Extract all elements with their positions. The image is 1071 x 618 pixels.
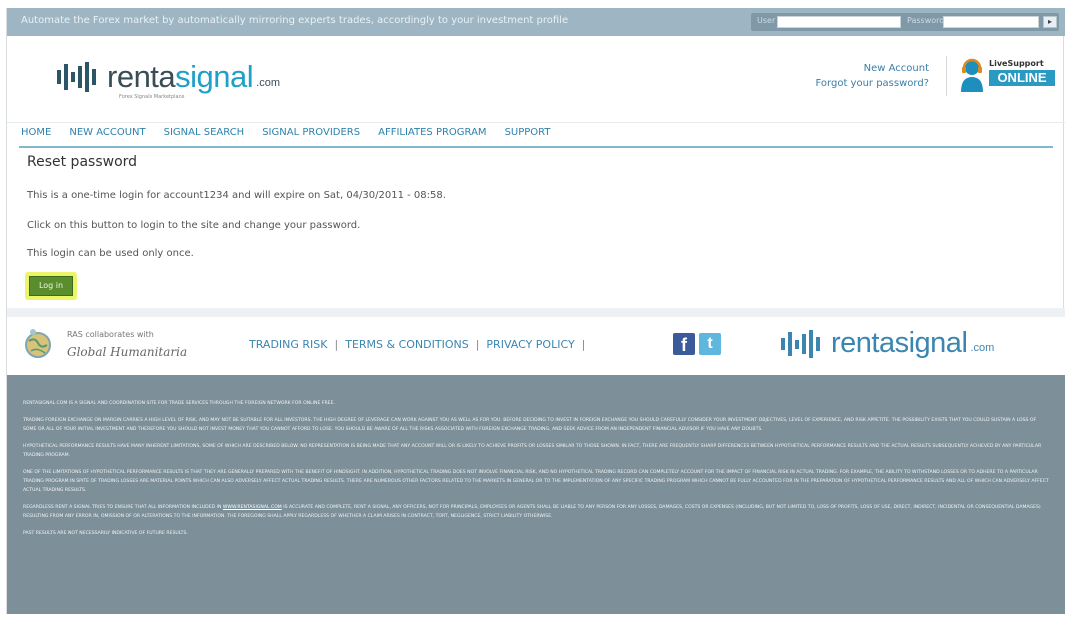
- disclaimer-paragraph: TRADING FOREIGN EXCHANGE ON MARGIN CARRI…: [23, 418, 1037, 432]
- collaboration-label: RAS collaborates with: [67, 330, 154, 339]
- main-nav: HOME NEW ACCOUNT SIGNAL SEARCH SIGNAL PR…: [7, 122, 1065, 144]
- global-humanitaria-logo[interactable]: Global Humanitaria: [67, 345, 187, 359]
- facebook-icon[interactable]: f: [673, 333, 695, 355]
- logo-renta: renta: [831, 327, 895, 359]
- disclaimer-paragraph: PAST RESULTS ARE NOT NECESSARILY INDICAT…: [23, 531, 188, 536]
- logo-bars-icon: [57, 60, 99, 94]
- instruction-message: Click on this button to login to the sit…: [27, 220, 361, 231]
- terms-conditions-link[interactable]: TERMS & CONDITIONS: [345, 338, 468, 351]
- header: renta signal .com Forex Signals Marketplac…: [7, 36, 1065, 122]
- expiry-message: This is a one-time login for account1234…: [27, 190, 446, 201]
- disclaimer-paragraph: HYPOTHETICAL PERFORMANCE RESULTS HAVE MA…: [23, 444, 1042, 458]
- legal-disclaimer: RENTASIGNAL.COM IS A SIGNAL AND COORDINA…: [7, 375, 1065, 614]
- disclaimer-paragraph: ONE OF THE LIMITATIONS OF HYPOTHETICAL P…: [23, 470, 1049, 493]
- nav-new-account[interactable]: NEW ACCOUNT: [69, 123, 145, 143]
- nav-home[interactable]: HOME: [21, 123, 51, 143]
- logo-signal: signal: [175, 59, 254, 94]
- header-divider: [946, 56, 947, 96]
- support-agent-icon: [961, 58, 983, 92]
- page-title: Reset password: [27, 154, 138, 170]
- link-separator: |: [581, 338, 586, 351]
- password-input[interactable]: [943, 16, 1039, 28]
- link-separator: |: [334, 338, 339, 351]
- nav-affiliates-program[interactable]: AFFILIATES PROGRAM: [378, 123, 486, 143]
- top-bar: Automate the Forex market by automatical…: [7, 8, 1065, 36]
- nav-signal-providers[interactable]: SIGNAL PROVIDERS: [262, 123, 360, 143]
- login-button[interactable]: Log in: [29, 276, 73, 296]
- password-label: Password: [907, 16, 945, 25]
- nav-support[interactable]: SUPPORT: [505, 123, 551, 143]
- forgot-password-link[interactable]: Forgot your password?: [816, 76, 929, 91]
- single-use-message: This login can be used only once.: [27, 248, 194, 259]
- main-content: Reset password This is a one-time login …: [7, 148, 1065, 306]
- account-links: New Account Forgot your password?: [816, 61, 929, 91]
- logo-com: .com: [970, 342, 995, 354]
- disclaimer-text: REGARDLESS RENT A SIGNAL TRIES TO ENSURE…: [23, 505, 223, 510]
- logo-com: .com: [256, 77, 281, 89]
- logo-renta: renta: [107, 59, 176, 94]
- quick-login-go-button[interactable]: ▸: [1043, 16, 1057, 28]
- login-button-highlight[interactable]: Log in: [25, 272, 77, 300]
- new-account-link[interactable]: New Account: [816, 61, 929, 76]
- quick-login: User Password ▸: [751, 13, 1059, 31]
- privacy-policy-link[interactable]: PRIVACY POLICY: [486, 338, 574, 351]
- rentasignal-logo[interactable]: renta signal .com Forex Signals Marketplac…: [57, 59, 281, 100]
- logo-signal: signal: [894, 327, 968, 359]
- disclaimer-paragraph: RENTASIGNAL.COM IS A SIGNAL AND COORDINA…: [23, 401, 335, 406]
- online-status-badge: ONLINE: [989, 70, 1055, 86]
- user-input[interactable]: [777, 16, 901, 28]
- footer-links-band: RAS collaborates with Global Humanitaria…: [7, 317, 1065, 375]
- disclaimer-paragraph: REGARDLESS RENT A SIGNAL TRIES TO ENSURE…: [23, 503, 1049, 521]
- logo-bars-icon: [781, 329, 823, 359]
- footer-rentasignal-logo: renta signal .com: [781, 327, 994, 359]
- link-separator: |: [475, 338, 480, 351]
- globe-icon: [25, 329, 51, 358]
- footer-links: TRADING RISK | TERMS & CONDITIONS | PRIVACY …: [249, 338, 592, 351]
- trading-risk-link[interactable]: TRADING RISK: [249, 338, 328, 351]
- content-separator: [7, 308, 1065, 317]
- twitter-icon[interactable]: t: [699, 333, 721, 355]
- live-support-widget[interactable]: LiveSupport ONLINE: [953, 58, 1059, 94]
- nav-signal-search[interactable]: SIGNAL SEARCH: [164, 123, 245, 143]
- live-support-label: LiveSupport: [989, 59, 1044, 68]
- tagline: Automate the Forex market by automatical…: [21, 15, 569, 26]
- rentasignal-link[interactable]: WWW.RENTASIGNAL.COM: [223, 505, 282, 510]
- user-label: User: [757, 16, 776, 25]
- page: Automate the Forex market by automatical…: [6, 8, 1065, 614]
- logo-subtitle: Forex Signals Marketplace: [119, 94, 185, 100]
